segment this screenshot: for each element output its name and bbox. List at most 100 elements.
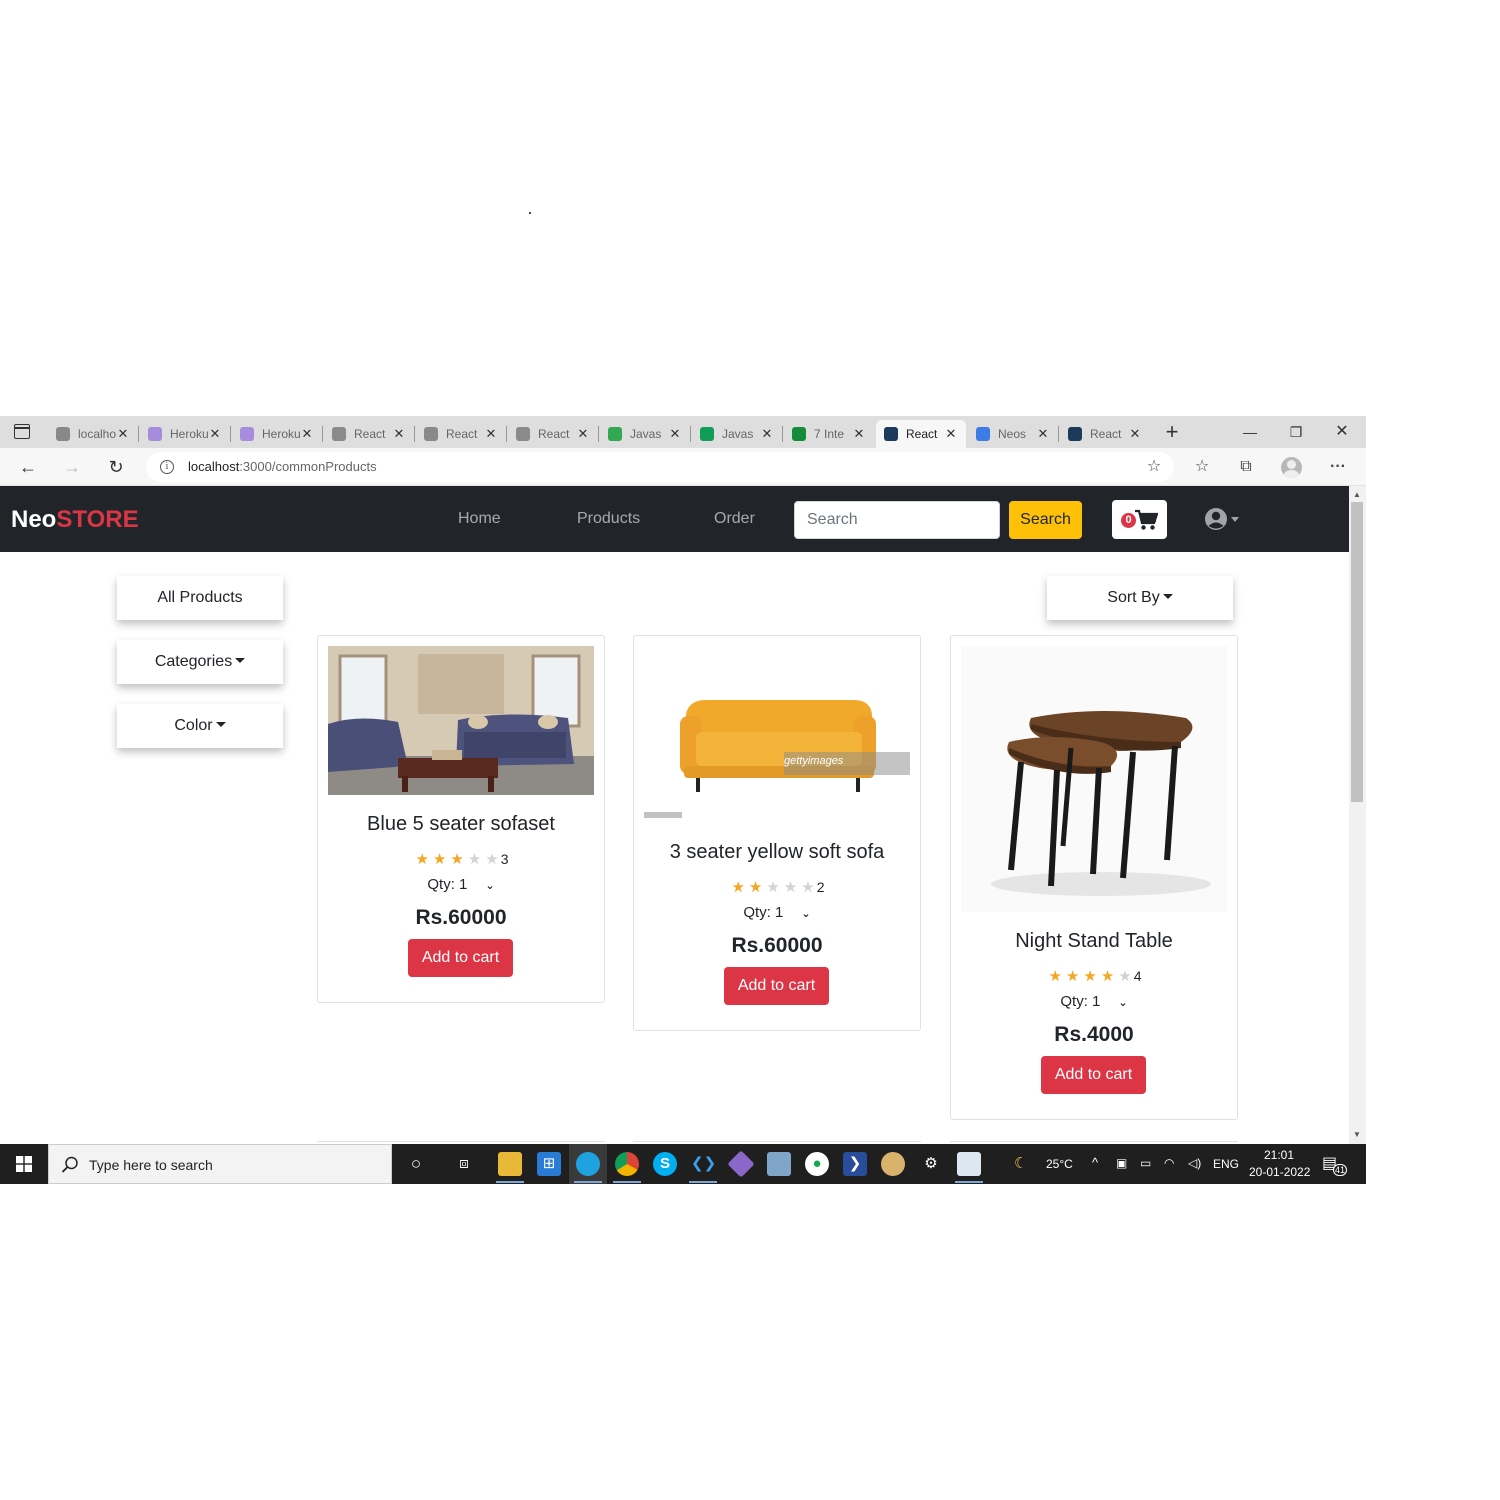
- tab-separator: [1058, 426, 1059, 442]
- minimize-icon[interactable]: —: [1230, 420, 1270, 444]
- vscode-icon[interactable]: ❮❯: [691, 1152, 716, 1176]
- taskbar-search-box[interactable]: Type here to search: [48, 1144, 392, 1184]
- all-products-button[interactable]: All Products: [117, 576, 283, 620]
- heroku-icon: [240, 427, 254, 441]
- sort-by-dropdown[interactable]: Sort By: [1047, 576, 1233, 620]
- brand-logo[interactable]: NeoSTORE: [11, 506, 139, 534]
- close-tab-icon[interactable]: ✕: [392, 426, 406, 442]
- product-image-yellow-sofa[interactable]: gettyimages: [644, 646, 910, 823]
- cart-button[interactable]: 0: [1112, 500, 1167, 539]
- notepad-icon[interactable]: [767, 1152, 791, 1176]
- nav-home[interactable]: Home: [458, 510, 501, 528]
- scrollbar-thumb[interactable]: [1351, 502, 1363, 802]
- file-explorer-icon[interactable]: [498, 1152, 522, 1176]
- browser-tab[interactable]: React ✕: [324, 420, 414, 448]
- star-empty-icon: ★: [1118, 968, 1132, 985]
- browser-tab[interactable]: 7 Inte ✕: [784, 420, 874, 448]
- close-tab-icon[interactable]: ✕: [484, 426, 498, 442]
- cortana-icon[interactable]: ○: [404, 1152, 428, 1176]
- profile-avatar[interactable]: [1281, 457, 1302, 478]
- meet-now-icon[interactable]: ▣: [1116, 1156, 1127, 1170]
- close-tab-icon[interactable]: ✕: [208, 426, 222, 442]
- powershell-icon[interactable]: ❯: [843, 1152, 867, 1176]
- clock-date[interactable]: 20-01-2022: [1249, 1165, 1310, 1179]
- quantity-select[interactable]: Qty: 1 ⌄: [951, 993, 1237, 1010]
- search-button[interactable]: Search: [1009, 501, 1082, 539]
- skype-icon[interactable]: S: [653, 1152, 677, 1176]
- tab-title: Neos: [998, 427, 1027, 441]
- nav-order[interactable]: Order: [714, 510, 755, 528]
- search-input[interactable]: [794, 501, 1000, 539]
- task-view-icon[interactable]: ⧈: [452, 1152, 476, 1176]
- clock-time[interactable]: 21:01: [1264, 1148, 1294, 1162]
- back-icon[interactable]: ←: [16, 455, 40, 479]
- browser-tab[interactable]: React ✕: [416, 420, 506, 448]
- site-info-icon[interactable]: i: [160, 460, 174, 474]
- url-field[interactable]: i localhost:3000/commonProducts: [146, 452, 1174, 482]
- windows-start-icon[interactable]: [0, 1144, 48, 1184]
- categories-dropdown[interactable]: Categories: [117, 640, 283, 684]
- browser-tab[interactable]: Javas ✕: [692, 420, 782, 448]
- close-tab-icon[interactable]: ✕: [944, 426, 958, 442]
- paint-icon[interactable]: [881, 1152, 905, 1176]
- browser-tab[interactable]: React ✕: [508, 420, 598, 448]
- close-tab-icon[interactable]: ✕: [1128, 426, 1142, 442]
- star-empty-icon: ★: [467, 851, 482, 868]
- scroll-down-icon[interactable]: ▼: [1351, 1130, 1363, 1139]
- url-text[interactable]: localhost:3000/commonProducts: [188, 459, 377, 474]
- ms-store-icon[interactable]: ⊞: [537, 1152, 561, 1176]
- close-window-icon[interactable]: ✕: [1322, 420, 1362, 444]
- tab-actions-icon[interactable]: [14, 424, 30, 439]
- nav-products[interactable]: Products: [577, 510, 640, 528]
- restore-icon[interactable]: ❐: [1276, 420, 1316, 444]
- color-dropdown[interactable]: Color: [117, 704, 283, 748]
- close-tab-icon[interactable]: ✕: [300, 426, 314, 442]
- refresh-icon[interactable]: ↻: [104, 455, 128, 479]
- close-tab-icon[interactable]: ✕: [760, 426, 774, 442]
- mongodb-icon[interactable]: ●: [805, 1152, 829, 1176]
- product-name[interactable]: 3 seater yellow soft sofa: [634, 841, 920, 864]
- weather-temp[interactable]: 25°C: [1046, 1157, 1073, 1171]
- git-icon[interactable]: [727, 1150, 755, 1178]
- new-tab-button[interactable]: +: [1160, 418, 1184, 446]
- browser-tab[interactable]: Neos ✕: [968, 420, 1058, 448]
- browser-tab[interactable]: localhost✕: [48, 420, 138, 448]
- add-to-cart-button[interactable]: Add to cart: [724, 967, 829, 1005]
- quantity-select[interactable]: Qty: 1 ⌄: [634, 904, 920, 921]
- close-tab-icon[interactable]: ✕: [116, 426, 130, 442]
- browser-tab[interactable]: Heroku ✕: [140, 420, 230, 448]
- favorites-icon[interactable]: ☆: [1191, 456, 1213, 478]
- volume-icon[interactable]: ◁): [1188, 1156, 1201, 1170]
- quantity-select[interactable]: Qty: 1 ⌄: [318, 876, 604, 893]
- user-menu[interactable]: [1204, 507, 1244, 533]
- wifi-icon[interactable]: ◠: [1164, 1156, 1174, 1170]
- settings-gear-icon[interactable]: ⚙: [919, 1152, 943, 1176]
- browser-tab[interactable]: Javas ✕: [600, 420, 690, 448]
- edge-browser-icon[interactable]: [576, 1152, 600, 1176]
- battery-icon[interactable]: ▭: [1140, 1156, 1151, 1170]
- browser-tab[interactable]: React ✕: [1060, 420, 1150, 448]
- close-tab-icon[interactable]: ✕: [576, 426, 590, 442]
- browser-tab[interactable]: Heroku ✕: [232, 420, 322, 448]
- close-tab-icon[interactable]: ✕: [668, 426, 682, 442]
- image-viewer-icon[interactable]: [957, 1152, 981, 1176]
- scroll-up-icon[interactable]: ▲: [1351, 490, 1363, 499]
- chrome-icon[interactable]: [615, 1152, 639, 1176]
- product-name[interactable]: Blue 5 seater sofaset: [318, 813, 604, 836]
- product-image-night-stand[interactable]: [961, 646, 1227, 912]
- more-menu-icon[interactable]: ···: [1327, 456, 1349, 478]
- add-to-cart-button[interactable]: Add to cart: [1041, 1056, 1146, 1094]
- browser-tab[interactable]: React ✕: [876, 420, 966, 448]
- tray-chevron-up-icon[interactable]: ^: [1092, 1155, 1098, 1170]
- collections-icon[interactable]: ⧉: [1235, 456, 1257, 478]
- forward-icon[interactable]: →: [60, 455, 84, 479]
- close-tab-icon[interactable]: ✕: [852, 426, 866, 442]
- input-language[interactable]: ENG: [1213, 1157, 1239, 1171]
- add-to-cart-button[interactable]: Add to cart: [408, 939, 513, 977]
- close-tab-icon[interactable]: ✕: [1036, 426, 1050, 442]
- product-name[interactable]: Night Stand Table: [951, 930, 1237, 953]
- add-favorite-icon[interactable]: ☆: [1143, 456, 1165, 478]
- product-image-blue-sofaset[interactable]: [328, 646, 594, 795]
- caret-down-icon: [215, 722, 226, 727]
- site-navbar: NeoSTORE Home Products Order Search 0: [0, 486, 1349, 552]
